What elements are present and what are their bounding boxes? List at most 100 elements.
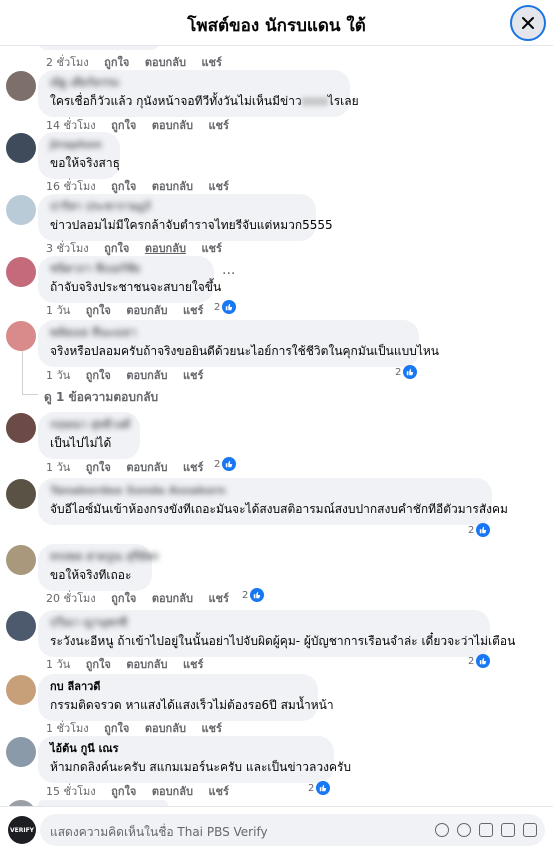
reaction-count[interactable]: 2 xyxy=(468,653,491,669)
dialog-header: โพสต์ของ นักรบแดน ใต้ xyxy=(0,0,553,46)
comment-time: 2 ชั่วโมง xyxy=(46,56,89,69)
reaction-count[interactable]: 2 xyxy=(214,456,237,472)
avatar[interactable] xyxy=(6,545,36,575)
avatar[interactable] xyxy=(6,675,36,705)
share-button[interactable]: แชร์ xyxy=(201,722,221,735)
share-button[interactable]: แชร์ xyxy=(183,658,203,671)
avatar[interactable] xyxy=(6,133,36,163)
comment-bubble: กฤษณา สุทธิวงศ์ เป็นไปไม่ได้ xyxy=(38,412,140,459)
more-options-icon[interactable]: ··· xyxy=(222,266,235,282)
comment-bubble: ทรงพล ฮาดรูณ สุรีย์พร ขอให้จริงทีเถอะ xyxy=(38,544,159,591)
share-button[interactable]: แชร์ xyxy=(208,592,228,605)
reaction-count[interactable]: 2 xyxy=(308,780,331,796)
comment-bubble: กบ ลีลาวดี กรรมติดจรวด หาแสงได้แสงเร็วไม… xyxy=(38,674,334,721)
comment-text: ใครเชื่อก็วัวแล้ว กุนังหน้าจอทีวีทั้งวัน… xyxy=(50,94,359,108)
reply-button[interactable]: ตอบกลับ xyxy=(126,369,167,382)
reply-button[interactable]: ตอบกลับ xyxy=(145,722,186,735)
share-button[interactable]: แชร์ xyxy=(183,461,203,474)
like-icon xyxy=(403,365,418,379)
like-icon xyxy=(222,300,237,314)
emoji-icon[interactable] xyxy=(457,823,471,837)
share-button[interactable]: แชร์ xyxy=(201,56,221,69)
like-button[interactable]: ถูกใจ xyxy=(111,180,136,193)
reply-button[interactable]: ตอบกลับ xyxy=(152,592,193,605)
comment-actions: 20 ชั่วโมง ถูกใจ ตอบกลับ แชร์ xyxy=(46,589,241,607)
commenter-name[interactable]: กฤษณา สุทธิวงศ์ xyxy=(50,418,130,432)
like-button[interactable]: ถูกใจ xyxy=(104,722,129,735)
comment-time: 1 วัน xyxy=(46,369,71,382)
commenter-name[interactable]: กบ ลีลาวดี xyxy=(50,680,306,694)
like-button[interactable]: ถูกใจ xyxy=(104,242,129,255)
avatar-sticker-icon[interactable] xyxy=(435,823,449,837)
commenter-name[interactable]: ปวีณา ญานุพรชี xyxy=(50,616,478,630)
like-button[interactable]: ถูกใจ xyxy=(104,56,129,69)
like-button[interactable]: ถูกใจ xyxy=(86,369,111,382)
like-button[interactable]: ถูกใจ xyxy=(86,461,111,474)
avatar[interactable] xyxy=(6,737,36,767)
thread-branch xyxy=(22,394,38,395)
share-button[interactable]: แชร์ xyxy=(208,180,228,193)
sticker-icon[interactable] xyxy=(523,823,537,837)
commenter-name[interactable]: ชนิดาภา ทีเบอร์ชัย xyxy=(50,262,202,276)
comment-time: 20 ชั่วโมง xyxy=(46,592,96,605)
like-button[interactable]: ถูกใจ xyxy=(111,119,136,132)
comment-text: กรรมติดจรวด หาแสงได้แสงเร็วไม่ต้องรอ6ปี … xyxy=(50,698,334,712)
reaction-count[interactable]: 2 xyxy=(214,299,237,315)
commenter-name[interactable]: ทรงพล ฮาดรูณ สุรีย์พร xyxy=(50,550,159,564)
page-avatar[interactable]: VERIFY xyxy=(8,816,36,844)
reaction-count[interactable]: 2 xyxy=(468,522,491,538)
avatar[interactable] xyxy=(6,195,36,225)
like-button[interactable]: ถูกใจ xyxy=(111,592,136,605)
reply-button[interactable]: ตอบกลับ xyxy=(145,56,186,69)
comment-actions: 1 วัน ถูกใจ ตอบกลับ แชร์ xyxy=(46,301,215,319)
camera-icon[interactable] xyxy=(479,823,493,837)
avatar[interactable] xyxy=(6,479,36,509)
view-replies-link[interactable]: ดู 1 ข้อความตอบกลับ xyxy=(44,388,158,407)
like-icon xyxy=(476,654,491,668)
commenter-name[interactable]: ไอ้ต้น กูนี เณร xyxy=(50,742,322,756)
share-button[interactable]: แชร์ xyxy=(183,304,203,317)
comment-text: จริงหรือปลอมครับถ้าจริงขอยินดีด้วยนะไอย์… xyxy=(50,344,439,358)
comment-time: 1 วัน xyxy=(46,304,71,317)
comment-bubble: Jiraphon ขอให้จริงสาธุ xyxy=(38,132,120,179)
reaction-count[interactable]: 2 xyxy=(395,364,418,380)
avatar[interactable] xyxy=(6,321,36,351)
comment-text: เป็นไปไม่ได้ xyxy=(50,436,112,450)
comment-text: จับอีไอซ์มันเข้าห้องกรงขังทีเถอะมันจะได้… xyxy=(50,502,508,516)
comment-time: 3 ชั่วโมง xyxy=(46,242,89,255)
share-button[interactable]: แชร์ xyxy=(201,242,221,255)
comment-bubble: ปาริสา ประชาราษฎร์ ข่าวปลอมไม่มีใครกล้าจ… xyxy=(38,194,333,241)
like-button[interactable]: ถูกใจ xyxy=(86,304,111,317)
share-button[interactable]: แชร์ xyxy=(208,119,228,132)
reply-button[interactable]: ตอบกลับ xyxy=(152,785,193,798)
reply-button[interactable]: ตอบกลับ xyxy=(126,658,167,671)
close-button[interactable] xyxy=(510,5,546,41)
commenter-name[interactable]: ณัฐ เดียร์ธรรม xyxy=(50,76,338,90)
commenter-name[interactable]: พลัยเมธ ทีนะเมธา xyxy=(50,326,407,340)
avatar[interactable] xyxy=(6,413,36,443)
comment-time: 16 ชั่วโมง xyxy=(46,180,96,193)
avatar[interactable] xyxy=(6,611,36,641)
reply-button[interactable]: ตอบกลับ xyxy=(152,180,193,193)
comment-bubble: Tanabordee Sonda Assakorn จับอีไอซ์มันเข… xyxy=(38,478,508,525)
share-button[interactable]: แชร์ xyxy=(208,785,228,798)
comment-text: ข่าวปลอมไม่มีใครกล้าจับตำราจไทยรีจับแต่ห… xyxy=(50,218,333,232)
avatar[interactable] xyxy=(6,71,36,101)
commenter-name[interactable]: ปาริสา ประชาราษฎร์ xyxy=(50,200,304,214)
comment-bubble: ณัฐ เดียร์ธรรม ใครเชื่อก็วัวแล้ว กุนังหน… xyxy=(38,70,359,117)
reply-button[interactable]: ตอบกลับ xyxy=(145,242,186,255)
reply-button[interactable]: ตอบกลับ xyxy=(126,461,167,474)
dialog-title: โพสต์ของ นักรบแดน ใต้ xyxy=(187,16,366,36)
commenter-name[interactable]: Jiraphon xyxy=(50,138,108,152)
like-button[interactable]: ถูกใจ xyxy=(86,658,111,671)
comment-time: 15 ชั่วโมง xyxy=(46,785,96,798)
share-button[interactable]: แชร์ xyxy=(183,369,203,382)
reply-button[interactable]: ตอบกลับ xyxy=(126,304,167,317)
like-button[interactable]: ถูกใจ xyxy=(111,785,136,798)
reply-button[interactable]: ตอบกลับ xyxy=(152,119,193,132)
reaction-count[interactable]: 2 xyxy=(242,587,265,603)
avatar[interactable] xyxy=(6,257,36,287)
commenter-name[interactable]: Tanabordee Sonda Assakorn xyxy=(50,484,480,498)
gif-icon[interactable] xyxy=(501,823,515,837)
comment-bubble: ปวีณา ญานุพรชี ระวังนะอีหนู ถ้าเข้าไปอยู… xyxy=(38,610,515,657)
